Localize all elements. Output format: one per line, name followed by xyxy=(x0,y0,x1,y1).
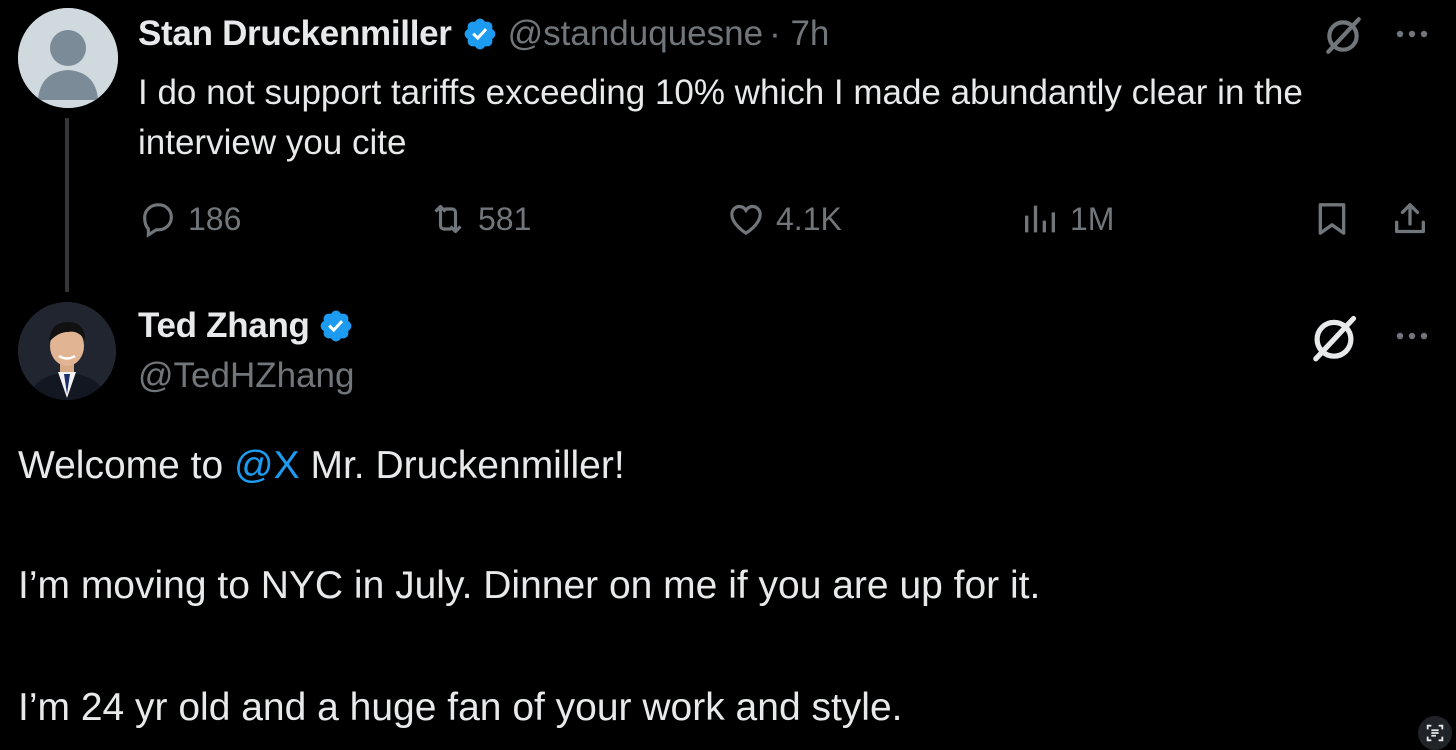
profile-photo xyxy=(18,302,116,400)
reply-icon xyxy=(143,203,173,238)
text: Mr. Druckenmiller! xyxy=(299,444,625,487)
tweet2-paragraph-1: Welcome to @X Mr. Druckenmiller! xyxy=(18,444,625,488)
avatar-ted-zhang[interactable] xyxy=(18,302,116,400)
grok-icon[interactable] xyxy=(1322,14,1364,56)
mention-link[interactable]: @X xyxy=(234,444,300,487)
views-icon xyxy=(1025,205,1055,233)
author-handle[interactable]: @TedHZhang xyxy=(138,356,354,396)
tweet2-paragraph-3: I’m 24 yr old and a huge fan of your wor… xyxy=(18,686,903,729)
reply-button[interactable]: 186 xyxy=(138,199,241,239)
tweet1-text: I do not support tariffs exceeding 10% w… xyxy=(138,73,1303,162)
retweet-icon xyxy=(434,204,462,234)
thread-line xyxy=(65,118,69,292)
like-icon xyxy=(730,204,762,236)
grok-icon[interactable] xyxy=(1308,312,1360,364)
like-count: 4.1K xyxy=(776,200,842,237)
tweet2-paragraph-2: I’m moving to NYC in July. Dinner on me … xyxy=(18,564,1041,607)
tweet1-header: Stan Druckenmiller @standuquesne · 7h xyxy=(138,14,829,54)
retweet-count: 581 xyxy=(478,200,532,237)
text-scan-icon xyxy=(1426,724,1444,742)
verified-badge-icon xyxy=(464,18,495,50)
text-scan-button[interactable] xyxy=(1418,716,1452,750)
share-icon xyxy=(1395,203,1425,234)
retweet-button[interactable]: 581 xyxy=(428,199,531,239)
tweet2-header: Ted Zhang xyxy=(138,306,354,346)
text: Welcome to xyxy=(18,444,235,487)
share-button[interactable] xyxy=(1390,199,1430,239)
more-icon[interactable] xyxy=(1392,22,1432,46)
views-button[interactable]: 1M xyxy=(1020,199,1114,239)
bookmark-button[interactable] xyxy=(1312,199,1352,239)
author-name[interactable]: Ted Zhang xyxy=(138,306,310,346)
more-icon[interactable] xyxy=(1392,324,1432,348)
views-count: 1M xyxy=(1070,200,1115,237)
default-avatar-icon xyxy=(18,8,118,108)
verified-badge-icon xyxy=(320,310,352,342)
tweet-time[interactable]: · 7h xyxy=(769,14,829,54)
author-name[interactable]: Stan Druckenmiller xyxy=(138,14,452,54)
bookmark-icon xyxy=(1318,203,1346,235)
like-button[interactable]: 4.1K xyxy=(726,199,842,239)
author-handle[interactable]: @standuquesne xyxy=(508,14,763,54)
avatar-stan-druckenmiller[interactable] xyxy=(18,8,118,108)
reply-count: 186 xyxy=(188,200,242,237)
